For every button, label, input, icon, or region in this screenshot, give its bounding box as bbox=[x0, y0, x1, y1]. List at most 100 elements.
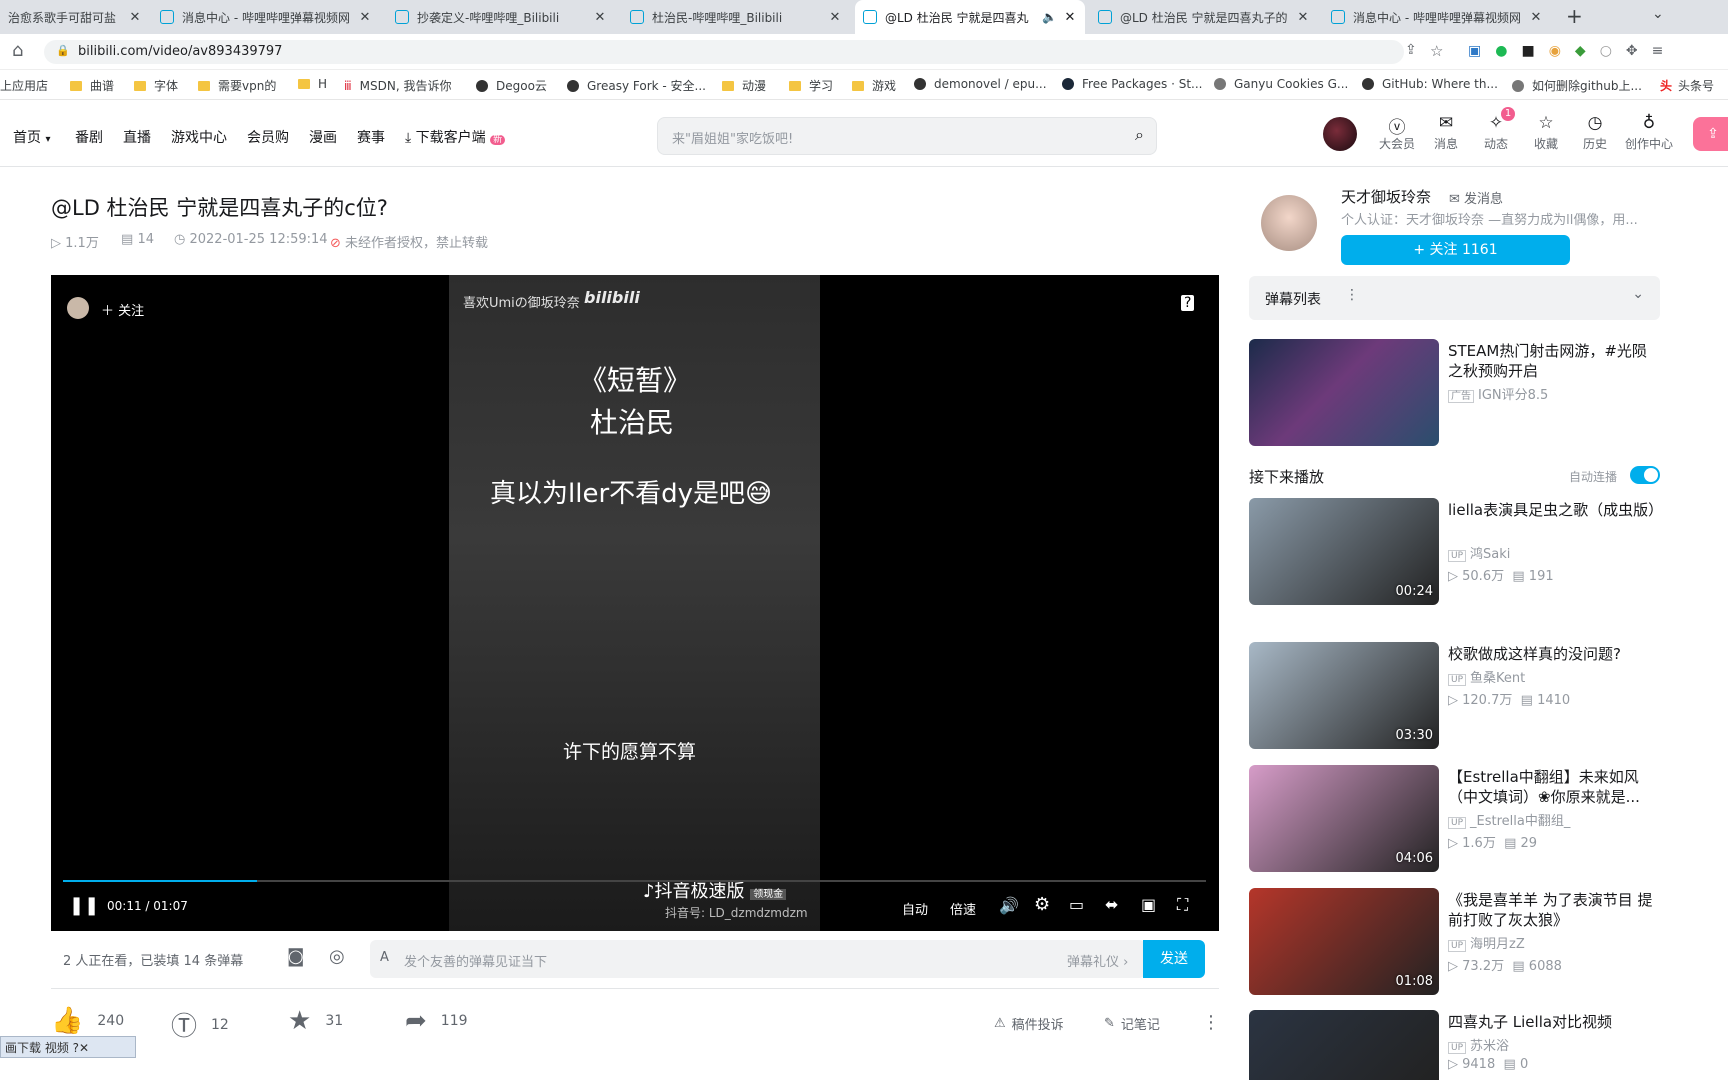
recommendation-card[interactable]: 04:06 【Estrella中翻组】未来如风（中文填词）❀你原来就是... U… bbox=[1249, 765, 1659, 873]
share-button[interactable]: ➦ 119 bbox=[405, 1006, 468, 1036]
recommendation-card[interactable]: 00:24 liella表演具足虫之歌（成虫版） UP 鸿Saki ▷ 50.6万… bbox=[1249, 498, 1659, 606]
player-follow-button[interactable]: ＋ 关注 bbox=[101, 300, 144, 319]
playlist-icon[interactable]: ≡ bbox=[1652, 43, 1664, 59]
close-icon[interactable]: ✕ bbox=[1529, 10, 1543, 25]
bookmark-item[interactable]: Ganyu Cookies G... bbox=[1214, 77, 1348, 91]
bookmark-item[interactable]: Free Packages · St... bbox=[1062, 77, 1202, 91]
extension-icon[interactable]: ○ bbox=[1600, 43, 1612, 59]
browser-tab[interactable]: 消息中心 - 哔哩哔哩弹幕视频网 ✕ bbox=[152, 0, 380, 34]
volume-icon[interactable]: 🔊 bbox=[999, 896, 1019, 915]
uploader[interactable]: UP 苏米浴 bbox=[1448, 1035, 1509, 1054]
uploader-avatar[interactable] bbox=[1261, 195, 1317, 251]
coin-button[interactable]: Ⓣ 12 bbox=[171, 1006, 229, 1043]
uploader[interactable]: UP 海明月zZ bbox=[1448, 933, 1525, 952]
bookmark-star-icon[interactable]: ☆ bbox=[1430, 42, 1443, 60]
notes-button[interactable]: ✎ 记笔记 bbox=[1104, 1014, 1160, 1033]
extension-icon[interactable]: ● bbox=[1495, 43, 1507, 59]
close-icon[interactable]: ✕ bbox=[828, 10, 842, 25]
browser-tab[interactable]: 杜治民-哔哩哔哩_Bilibili ✕ bbox=[622, 0, 850, 34]
extension-icon[interactable]: ▣ bbox=[1468, 43, 1481, 59]
close-icon[interactable]: ✕ bbox=[79, 1041, 89, 1055]
bookmark-folder[interactable]: H bbox=[298, 77, 327, 91]
more-icon[interactable]: ⋮ bbox=[1202, 1012, 1220, 1033]
close-icon[interactable]: ✕ bbox=[358, 10, 372, 25]
video-player[interactable]: ＋ 关注 喜欢Umiの御坂玲奈 bilibili ? 《短暂》 杜治民 真以为l… bbox=[51, 275, 1219, 931]
nav-download-client[interactable]: ⤓ 下载客户端 新 bbox=[405, 127, 506, 147]
send-message-link[interactable]: ✉ 发消息 bbox=[1449, 188, 1503, 207]
nav-home[interactable]: 首页 ▾ bbox=[13, 127, 50, 147]
more-icon[interactable]: ⋮ bbox=[1345, 287, 1359, 303]
bookmark-item[interactable]: 头头条号 bbox=[1660, 77, 1714, 94]
recommendation-card[interactable]: 四喜丸子 Liella对比视频 UP 苏米浴 ▷ 9418 ▤ 0 bbox=[1249, 1010, 1659, 1080]
home-icon[interactable]: ⌂ bbox=[12, 40, 23, 61]
favorite-button[interactable]: ★ 31 bbox=[288, 1006, 343, 1036]
bookmark-item[interactable]: 上应用店 bbox=[0, 77, 48, 94]
video-thumbnail[interactable]: 01:08 bbox=[1249, 888, 1439, 995]
video-title[interactable]: 《我是喜羊羊 为了表演节目 提前打败了灰太狼》 bbox=[1448, 890, 1658, 930]
bookmark-item[interactable]: 如何删除github上... bbox=[1512, 77, 1642, 94]
browser-tab[interactable]: @LD 杜治民 宁就是四喜丸子的 ✕ bbox=[1090, 0, 1318, 34]
danmaku-list-panel[interactable]: 弹幕列表 ⋮ ⌄ bbox=[1249, 276, 1660, 320]
video-thumbnail[interactable]: 00:24 bbox=[1249, 498, 1439, 605]
close-icon[interactable]: ✕ bbox=[1063, 10, 1077, 25]
bookmark-item[interactable]: GitHub: Where th... bbox=[1362, 77, 1498, 91]
danmaku-etiquette-link[interactable]: 弹幕礼仪 › bbox=[1067, 951, 1128, 970]
send-danmaku-button[interactable]: 发送 bbox=[1143, 940, 1205, 978]
close-icon[interactable]: ✕ bbox=[1296, 10, 1310, 25]
video-title[interactable]: 校歌做成这样真的没问题? bbox=[1448, 644, 1658, 664]
puzzle-icon[interactable]: ✥ bbox=[1626, 43, 1638, 59]
header-vip[interactable]: ⓥ 大会员 bbox=[1372, 113, 1422, 152]
uploader-avatar-small[interactable] bbox=[67, 297, 89, 319]
nav-mall[interactable]: 会员购 bbox=[247, 127, 289, 147]
ad-thumbnail[interactable] bbox=[1249, 339, 1439, 446]
uploader[interactable]: UP _Estrella中翻组_ bbox=[1448, 810, 1570, 829]
video-thumbnail[interactable] bbox=[1249, 1010, 1439, 1080]
report-button[interactable]: ⚠ 稿件投诉 bbox=[994, 1014, 1064, 1033]
header-message[interactable]: ✉ 消息 bbox=[1421, 113, 1471, 152]
omnibox[interactable]: 🔒 bilibili.com/video/av893439797 ⇪ bbox=[44, 40, 1417, 64]
bookmark-folder[interactable]: 学习 bbox=[789, 77, 833, 94]
floating-download-tool[interactable]: 画下载 视频 ?✕ bbox=[0, 1036, 136, 1058]
nav-live[interactable]: 直播 bbox=[123, 127, 151, 147]
bookmark-folder[interactable]: 曲谱 bbox=[70, 77, 114, 94]
nav-esports[interactable]: 赛事 bbox=[357, 127, 385, 147]
bookmark-folder[interactable]: 字体 bbox=[134, 77, 178, 94]
quality-button[interactable]: 自动 bbox=[902, 899, 928, 918]
fullscreen-icon[interactable]: ⛶ bbox=[1177, 895, 1188, 915]
uploader[interactable]: UP 鸿Saki bbox=[1448, 543, 1510, 562]
like-button[interactable]: 👍 240 bbox=[51, 1006, 124, 1036]
follow-button[interactable]: + 关注 1161 bbox=[1341, 235, 1570, 265]
bookmark-folder[interactable]: 动漫 bbox=[722, 77, 766, 94]
uploader[interactable]: UP 鱼桑Kent bbox=[1448, 667, 1525, 686]
chevron-down-icon[interactable]: ⌄ bbox=[1632, 286, 1644, 302]
uploader-name[interactable]: 天才御坂玲奈 bbox=[1341, 186, 1431, 207]
search-icon[interactable]: ⌕ bbox=[1135, 125, 1144, 145]
share-icon[interactable]: ⇪ bbox=[1405, 42, 1417, 58]
chevron-down-icon[interactable]: ⌄ bbox=[1652, 6, 1664, 22]
video-thumbnail[interactable]: 04:06 bbox=[1249, 765, 1439, 872]
video-thumbnail[interactable]: 03:30 bbox=[1249, 642, 1439, 749]
pause-icon[interactable]: ❚❚ bbox=[69, 895, 99, 916]
bookmark-item[interactable]: Greasy Fork - 安全... bbox=[567, 77, 706, 94]
recommendation-card[interactable]: 03:30 校歌做成这样真的没问题? UP 鱼桑Kent ▷ 120.7万 ▤ 1… bbox=[1249, 642, 1659, 750]
progress-bar[interactable] bbox=[63, 880, 1206, 882]
browser-tab[interactable]: 消息中心 - 哔哩哔哩弹幕视频网 ✕ bbox=[1323, 0, 1551, 34]
extension-icon[interactable]: ◉ bbox=[1549, 43, 1561, 59]
close-icon[interactable]: ✕ bbox=[593, 10, 607, 25]
header-creator-center[interactable]: ♁ 创作中心 bbox=[1619, 113, 1679, 152]
web-fullscreen-icon[interactable]: ▣ bbox=[1141, 895, 1156, 914]
lock-icon[interactable]: 🔒 bbox=[56, 44, 70, 57]
danmaku-settings-icon[interactable]: ◎ bbox=[329, 946, 345, 967]
nav-bangumi[interactable]: 番剧 bbox=[75, 127, 103, 147]
new-tab-button[interactable]: + bbox=[1566, 4, 1583, 28]
ad-title[interactable]: STEAM热门射击网游，#光陨之秋预购开启 bbox=[1448, 341, 1658, 381]
bookmark-item[interactable]: Degoo云 bbox=[476, 77, 547, 94]
header-dynamic[interactable]: ✧ 动态 1 bbox=[1471, 107, 1521, 152]
extension-icon[interactable]: ◆ bbox=[1575, 43, 1586, 59]
browser-tab[interactable]: 抄袭定义-哔哩哔哩_Bilibili ✕ bbox=[387, 0, 615, 34]
speaker-icon[interactable]: 🔈 bbox=[1042, 10, 1057, 24]
video-title[interactable]: liella表演具足虫之歌（成虫版） bbox=[1448, 500, 1658, 520]
browser-tab[interactable]: 治愈系歌手可甜可盐 ✕ bbox=[0, 0, 150, 34]
danmaku-input[interactable]: A 发个友善的弹幕见证当下 弹幕礼仪 › bbox=[370, 940, 1145, 978]
extension-icon[interactable]: ■ bbox=[1521, 43, 1534, 59]
